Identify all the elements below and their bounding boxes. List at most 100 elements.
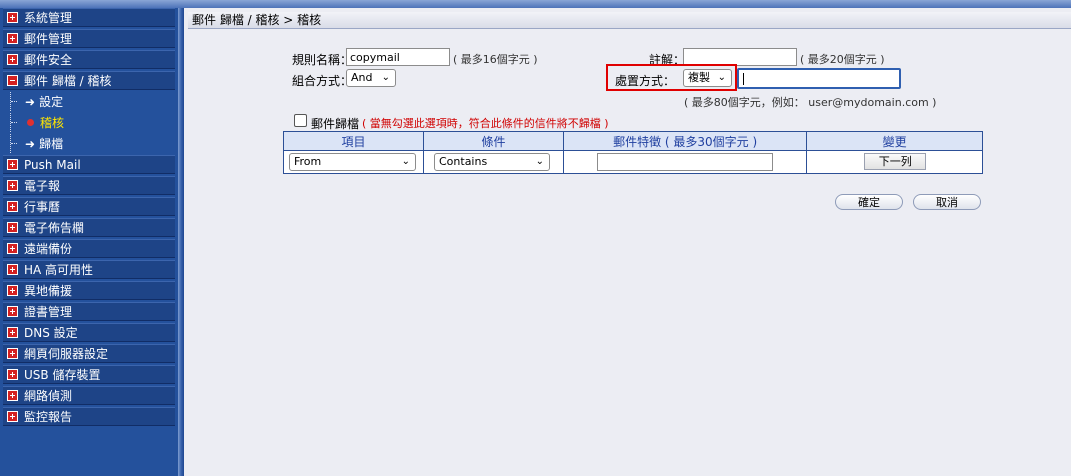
sidebar-item-label: 稽核 [40, 116, 65, 130]
sidebar-item[interactable]: 電子報 [3, 176, 175, 195]
expand-icon [7, 411, 18, 422]
breadcrumb: 郵件 歸檔 / 稽核 > 稽核 [188, 12, 1071, 29]
sidebar-item[interactable]: 異地備援 [3, 281, 175, 300]
table-header-row: 項目 條件 郵件特徵 ( 最多30個字元 ) 變更 [283, 131, 983, 151]
sidebar-subitem[interactable]: 稽核 [3, 113, 175, 132]
sidebar-subitem[interactable]: ➜ 歸檔 [3, 134, 175, 153]
expand-icon [7, 285, 18, 296]
comment-hint: ( 最多20個字元 ) [800, 53, 885, 66]
sidebar-item-label: 異地備援 [24, 284, 73, 298]
sidebar-item[interactable]: 行事曆 [3, 197, 175, 216]
text-caret [743, 73, 744, 85]
col-header-change: 變更 [806, 131, 983, 151]
sidebar-item-label: 遠端備份 [24, 242, 73, 256]
expand-icon [7, 348, 18, 359]
sidebar-item-label: 系統管理 [24, 11, 73, 25]
expand-icon [7, 306, 18, 317]
archive-checkbox[interactable] [294, 114, 307, 127]
chevron-down-icon: ⌄ [381, 72, 390, 83]
sidebar-item-label: 網頁伺服器設定 [24, 347, 109, 361]
feature-input[interactable] [597, 153, 773, 171]
action-select[interactable]: 複製 ⌄ [683, 69, 732, 87]
tree-line [10, 134, 25, 153]
col-header-item: 項目 [283, 131, 424, 151]
chevron-down-icon: ⌄ [535, 156, 544, 167]
sidebar-item-label: 郵件管理 [24, 32, 73, 46]
table-row: From ⌄ Contains ⌄ 下一列 [283, 150, 983, 174]
sidebar-item-label: 郵件安全 [24, 53, 73, 67]
tree-line [10, 113, 25, 132]
condition-cell: Contains ⌄ [423, 150, 564, 174]
action-target-input[interactable] [737, 68, 901, 89]
action-label: 處置方式： [615, 74, 676, 88]
sidebar-item-label: 電子報 [24, 179, 61, 193]
sidebar-item-label: 證書管理 [24, 305, 73, 319]
next-row-button[interactable]: 下一列 [864, 153, 927, 170]
active-dot-icon [27, 119, 34, 126]
expand-icon [7, 390, 18, 401]
sidebar-item[interactable]: 監控報告 [3, 407, 175, 426]
condition-select[interactable]: Contains ⌄ [434, 153, 550, 171]
arrow-right-icon: ➜ [25, 94, 36, 109]
sidebar-item-label: 行事曆 [24, 200, 61, 214]
expand-icon [7, 159, 18, 170]
item-cell: From ⌄ [283, 150, 424, 174]
expand-icon [7, 264, 18, 275]
sidebar-item[interactable]: 網路偵測 [3, 386, 175, 405]
sidebar-item-label: 電子佈告欄 [24, 221, 85, 235]
sidebar-item[interactable]: 郵件管理 [3, 29, 175, 48]
feature-cell [562, 150, 808, 174]
sidebar-item-label: DNS 設定 [24, 326, 78, 340]
ok-button[interactable]: 確定 [835, 194, 903, 210]
rule-name-hint: ( 最多16個字元 ) [453, 53, 538, 66]
cancel-button[interactable]: 取消 [913, 194, 981, 210]
rule-table: 項目 條件 郵件特徵 ( 最多30個字元 ) 變更 From ⌄ Contains… [283, 131, 983, 174]
expand-icon [7, 180, 18, 191]
sidebar-subitem[interactable]: ➜ 設定 [3, 92, 175, 111]
expand-icon [7, 222, 18, 233]
sidebar-item-label: HA 高可用性 [24, 263, 94, 277]
sidebar-item[interactable]: 證書管理 [3, 302, 175, 321]
col-header-condition: 條件 [423, 131, 564, 151]
sidebar-item[interactable]: 郵件安全 [3, 50, 175, 69]
sidebar-item[interactable]: 遠端備份 [3, 239, 175, 258]
combine-label: 組合方式： [292, 74, 353, 88]
sidebar-item[interactable]: 郵件 歸檔 / 稽核 [3, 71, 175, 90]
rule-name-input[interactable] [346, 48, 450, 66]
sidebar-item[interactable]: Push Mail [3, 155, 175, 174]
expand-icon [7, 369, 18, 380]
col-header-feature: 郵件特徵 ( 最多30個字元 ) [562, 131, 808, 151]
collapse-icon [7, 75, 18, 86]
expand-icon [7, 243, 18, 254]
action-hint: ( 最多80個字元，例如： user@mydomain.com ) [684, 96, 937, 109]
sidebar-item-label: 設定 [39, 95, 64, 109]
sidebar-item[interactable]: 網頁伺服器設定 [3, 344, 175, 363]
sidebar-item[interactable]: USB 儲存裝置 [3, 365, 175, 384]
sidebar-item[interactable]: 電子佈告欄 [3, 218, 175, 237]
chevron-down-icon: ⌄ [401, 156, 410, 167]
sidebar-item-label: 網路偵測 [24, 389, 73, 403]
arrow-right-icon: ➜ [25, 136, 36, 151]
sidebar-item[interactable]: 系統管理 [3, 8, 175, 27]
sidebar-menu: 系統管理 郵件管理 郵件安全 郵件 歸檔 / 稽核 ➜ 設定 稽核 ➜ 歸檔 Push Mail 電… [3, 8, 175, 428]
expand-icon [7, 54, 18, 65]
sidebar-item-label: 歸檔 [39, 137, 64, 151]
sidebar-item[interactable]: DNS 設定 [3, 323, 175, 342]
change-cell: 下一列 [806, 150, 983, 174]
top-strip [0, 0, 1071, 8]
sidebar-item-label: Push Mail [24, 157, 81, 172]
archive-label: 郵件歸檔 [311, 117, 360, 131]
archive-note: ( 當無勾選此選項時，符合此條件的信件將不歸檔 ) [362, 117, 609, 130]
tree-line [10, 92, 25, 111]
sidebar-item[interactable]: HA 高可用性 [3, 260, 175, 279]
expand-icon [7, 201, 18, 212]
item-select[interactable]: From ⌄ [289, 153, 416, 171]
expand-icon [7, 33, 18, 44]
sidebar-item-label: 郵件 歸檔 / 稽核 [24, 74, 112, 88]
expand-icon [7, 327, 18, 338]
combine-select[interactable]: And ⌄ [346, 69, 396, 87]
chevron-down-icon: ⌄ [717, 72, 726, 83]
sidebar-item-label: USB 儲存裝置 [24, 368, 101, 382]
sidebar-item-label: 監控報告 [24, 410, 73, 424]
expand-icon [7, 12, 18, 23]
